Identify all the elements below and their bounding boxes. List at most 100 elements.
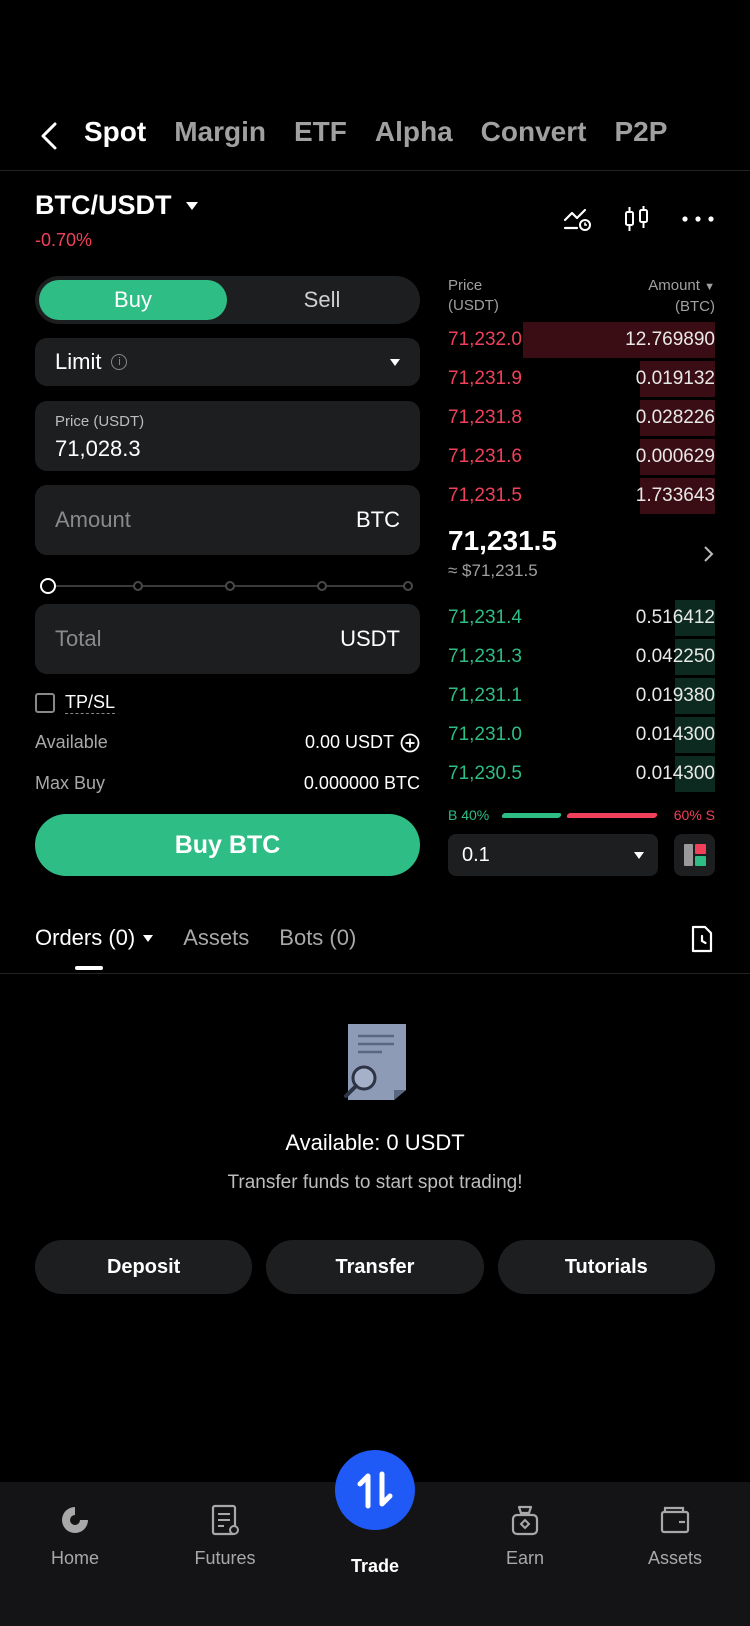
ask-amount: 12.769890 <box>625 329 715 350</box>
deposit-button[interactable]: Deposit <box>35 1240 253 1294</box>
orders-tabs: Orders (0) Assets Bots (0) <box>35 925 715 953</box>
nav-assets-label: Assets <box>647 1548 703 1568</box>
bid-amount: 0.019380 <box>635 685 715 706</box>
price-field[interactable]: Price (USDT) 71,028.3 <box>35 401 420 471</box>
chevron-down-icon <box>143 934 154 942</box>
order-history-icon[interactable] <box>689 925 715 959</box>
nav-futures[interactable]: Futures <box>165 1500 285 1569</box>
earn-icon <box>465 1500 585 1540</box>
tab-orders[interactable]: Orders (0) <box>35 925 154 951</box>
amount-field[interactable]: Amount BTC <box>35 485 420 555</box>
ask-row[interactable]: 71,231.5 1.733643 <box>448 478 715 514</box>
pair-symbol: BTC/USDT <box>35 190 172 220</box>
home-icon <box>15 1500 135 1540</box>
tab-alpha[interactable]: Alpha <box>375 116 453 148</box>
empty-document-icon <box>342 1022 408 1107</box>
bid-row[interactable]: 71,231.0 0.014300 <box>448 717 715 753</box>
slider-step-75[interactable] <box>317 581 327 591</box>
bid-amount: 0.014300 <box>635 724 715 745</box>
tab-assets[interactable]: Assets <box>183 925 249 951</box>
orderbook-layout-icon[interactable] <box>674 834 715 876</box>
candlestick-chart-icon[interactable] <box>623 205 651 233</box>
bid-row[interactable]: 71,231.1 0.019380 <box>448 678 715 714</box>
amount-unit-header: (BTC) <box>675 298 715 315</box>
ask-row[interactable]: 71,232.0 12.769890 <box>448 322 715 358</box>
slider-handle[interactable] <box>40 578 56 594</box>
buy-ratio: B 40% <box>448 807 490 823</box>
bid-price: 71,231.1 <box>448 685 522 706</box>
transfer-button[interactable]: Transfer <box>266 1240 484 1294</box>
available-value: 0.00 USDT <box>304 732 394 752</box>
tutorials-button[interactable]: Tutorials <box>497 1240 715 1294</box>
bid-amount: 0.516412 <box>635 607 715 628</box>
header-actions <box>563 205 715 233</box>
bid-row[interactable]: 71,231.4 0.516412 <box>448 600 715 636</box>
depth-select[interactable]: 0.1 <box>448 834 658 876</box>
mid-price-usd: ≈ $71,231.5 <box>448 561 538 580</box>
mid-price-value: 71,231.5 <box>448 525 557 556</box>
order-type-label: Limit <box>55 349 102 374</box>
trade-fab-button[interactable] <box>335 1450 415 1530</box>
active-tab-indicator <box>75 966 103 970</box>
back-icon[interactable] <box>40 118 64 154</box>
top-tabs: Spot Margin ETF Alpha Convert P2P <box>0 108 750 168</box>
tab-spot[interactable]: Spot <box>84 116 146 148</box>
ask-price: 71,231.6 <box>448 446 522 467</box>
depth-value: 0.1 <box>462 843 490 866</box>
slider-step-50[interactable] <box>225 581 235 591</box>
trade-type-tabs: Spot Margin ETF Alpha Convert P2P <box>84 116 667 148</box>
pair-selector[interactable]: BTC/USDT <box>35 190 198 221</box>
total-field[interactable]: Total USDT <box>35 604 420 674</box>
info-icon[interactable]: i <box>111 354 128 370</box>
checkbox[interactable] <box>35 693 55 713</box>
bid-amount: 0.014300 <box>635 763 715 784</box>
slider-step-25[interactable] <box>133 581 143 591</box>
tab-bots[interactable]: Bots (0) <box>279 925 356 951</box>
bid-row[interactable]: 71,230.5 0.014300 <box>448 756 715 792</box>
ask-price: 71,232.0 <box>448 329 522 350</box>
nav-earn[interactable]: Earn <box>465 1500 585 1569</box>
tab-p2p[interactable]: P2P <box>614 116 667 148</box>
ask-row[interactable]: 71,231.9 0.019132 <box>448 361 715 397</box>
tpsl-label: TP/SL <box>65 692 116 714</box>
bid-price: 71,231.4 <box>448 607 522 628</box>
tab-convert[interactable]: Convert <box>481 116 587 148</box>
price-header: Price <box>448 277 483 294</box>
ask-amount: 1.733643 <box>635 485 715 506</box>
slider-step-100[interactable] <box>403 581 413 591</box>
bid-price: 71,231.0 <box>448 724 522 745</box>
price-alert-icon[interactable] <box>563 206 593 232</box>
sell-toggle-button[interactable]: Sell <box>228 280 416 320</box>
bid-row[interactable]: 71,231.3 0.042250 <box>448 639 715 675</box>
order-type-select[interactable]: Limit i <box>35 338 420 386</box>
max-buy-label: Max Buy <box>35 773 106 793</box>
ask-row[interactable]: 71,231.6 0.000629 <box>448 439 715 475</box>
amount-header-sort[interactable]: Amount ▼ (BTC) <box>648 276 715 317</box>
buy-ratio-bar <box>501 813 562 818</box>
more-icon[interactable] <box>681 215 715 223</box>
wallet-icon <box>615 1500 735 1540</box>
tab-margin[interactable]: Margin <box>174 116 266 148</box>
buy-btc-button[interactable]: Buy BTC <box>35 814 420 876</box>
buy-sell-toggle: Buy Sell <box>35 276 420 324</box>
add-circle-icon[interactable] <box>400 733 420 753</box>
amount-placeholder: Amount <box>55 507 131 532</box>
tab-etf[interactable]: ETF <box>294 116 347 148</box>
buy-toggle-button[interactable]: Buy <box>39 280 227 320</box>
chevron-down-icon <box>185 201 198 210</box>
tpsl-checkbox[interactable]: TP/SL <box>35 692 116 714</box>
nav-assets[interactable]: Assets <box>615 1500 735 1569</box>
ask-row[interactable]: 71,231.8 0.028226 <box>448 400 715 436</box>
ask-amount: 0.000629 <box>635 446 715 467</box>
nav-trade[interactable]: Trade <box>315 1556 435 1577</box>
nav-futures-label: Futures <box>194 1548 256 1568</box>
divider <box>0 170 750 171</box>
mid-price[interactable]: 71,231.5 ≈ $71,231.5 <box>448 525 715 581</box>
amount-slider[interactable] <box>40 578 415 594</box>
bid-price: 71,231.3 <box>448 646 522 667</box>
max-buy-value: 0.000000 BTC <box>303 773 420 793</box>
price-value[interactable]: 71,028.3 <box>55 436 400 462</box>
amount-header: Amount <box>648 277 700 294</box>
nav-home[interactable]: Home <box>15 1500 135 1569</box>
nav-earn-label: Earn <box>505 1548 545 1568</box>
